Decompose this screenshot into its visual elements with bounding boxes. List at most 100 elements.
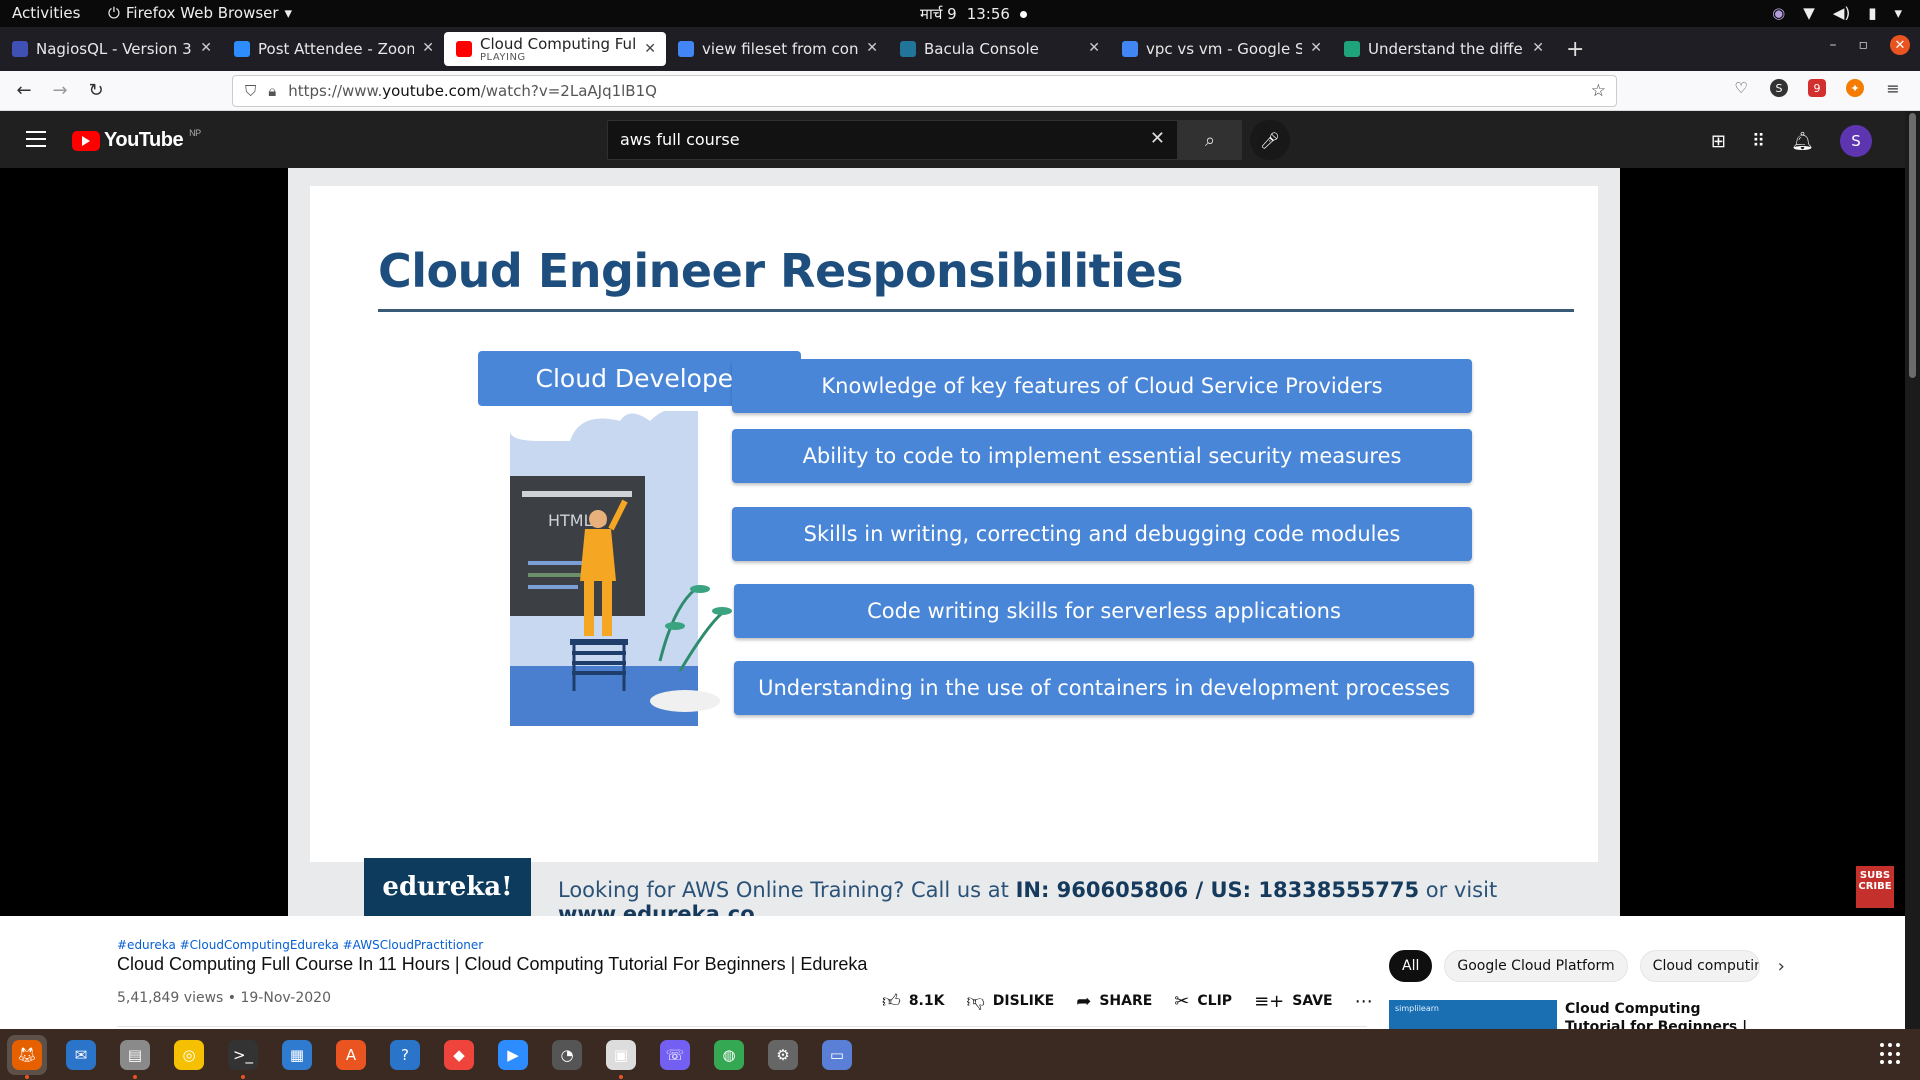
files-icon[interactable]: ▤ xyxy=(115,1035,155,1079)
rhythmbox-icon[interactable]: ◎ xyxy=(169,1035,209,1075)
wordpress-icon xyxy=(900,41,916,57)
volume-icon: ◀) xyxy=(1832,4,1851,22)
tab-bar: NagiosQL - Version 3.2.0✕Post Attendee -… xyxy=(0,27,1920,71)
recommendation-title[interactable]: Cloud Computing Tutorial for Beginners |… xyxy=(1565,1000,1765,1030)
tab-close-icon[interactable]: ✕ xyxy=(1088,40,1100,56)
recommendation-thumbnail[interactable]: simplilearn xyxy=(1389,1000,1557,1030)
scrollbar-thumb[interactable] xyxy=(1909,113,1916,378)
system-menu-icon[interactable]: ▾ xyxy=(1894,4,1902,22)
clip-button[interactable]: ✂ CLIP xyxy=(1174,991,1232,1012)
running-indicator xyxy=(25,1074,29,1079)
youtube-logo[interactable]: YouTube NP xyxy=(72,128,201,152)
libreoffice-icon[interactable]: ▦ xyxy=(277,1035,317,1075)
search-icon: ⌕ xyxy=(1204,129,1216,151)
chip-cloud-computing[interactable]: Cloud computing xyxy=(1639,950,1760,982)
thunderbird-icon-glyph: ✉ xyxy=(66,1039,96,1070)
nagios-icon xyxy=(12,41,28,57)
video-details: #edureka #CloudComputingEdureka #AWSClou… xyxy=(0,916,1905,1030)
page-scrollbar[interactable] xyxy=(1905,111,1920,1029)
rhythmbox-icon-glyph: ◎ xyxy=(174,1039,204,1070)
responsibility-item: Understanding in the use of containers i… xyxy=(734,661,1474,715)
browser-tab[interactable]: Post Attendee - Zoom ✕ xyxy=(222,31,444,67)
adblock-icon[interactable]: 9 xyxy=(1808,79,1826,97)
apps-grid-icon[interactable]: ⠿ xyxy=(1752,131,1765,152)
clear-search-icon[interactable]: ✕ xyxy=(1150,128,1165,149)
browser-tab[interactable]: view fileset from console ✕ xyxy=(666,31,888,67)
tab-close-icon[interactable]: ✕ xyxy=(200,40,212,56)
more-actions-button[interactable]: ⋯ xyxy=(1355,991,1373,1012)
tab-close-icon[interactable]: ✕ xyxy=(422,40,434,56)
browser-tab[interactable]: Bacula Console ✕ xyxy=(888,31,1110,67)
header-actions: ⊞ ⠿ 🔔︎ S xyxy=(1711,125,1872,157)
avatar[interactable]: S xyxy=(1840,125,1872,157)
lock-icon[interactable]: 🔒︎ xyxy=(268,82,276,100)
details-divider xyxy=(117,1026,1367,1027)
terminal-icon[interactable]: >_ xyxy=(223,1035,263,1079)
tab-close-icon[interactable]: ✕ xyxy=(866,40,878,56)
minimize-icon[interactable]: – xyxy=(1830,37,1837,53)
tab-titles: Cloud Computing Full CoPLAYING xyxy=(480,35,636,63)
dislike-button[interactable]: 👎︎ DISLIKE xyxy=(966,990,1054,1012)
zoom-icon[interactable]: ▶ xyxy=(493,1035,533,1075)
search-button[interactable]: ⌕ xyxy=(1178,120,1242,160)
voice-search-button[interactable]: 🎤︎ xyxy=(1250,120,1290,160)
show-applications-icon[interactable] xyxy=(1880,1043,1902,1065)
notifications-bell-icon[interactable]: 🔔︎ xyxy=(1791,131,1814,152)
zoom-icon-glyph: ▶ xyxy=(498,1039,528,1070)
slide-title: Cloud Engineer Responsibilities xyxy=(378,244,1184,298)
viber-icon[interactable]: ☏ xyxy=(655,1035,695,1075)
bookmark-star-icon[interactable]: ☆ xyxy=(1591,81,1606,101)
youtube-logo-text: YouTube xyxy=(104,129,184,151)
browser-tab[interactable]: NagiosQL - Version 3.2.0 ✕ xyxy=(0,31,222,67)
anydesk-icon[interactable]: ◆ xyxy=(439,1035,479,1075)
shield-icon[interactable]: ⛉ xyxy=(245,82,256,100)
back-icon[interactable]: ← xyxy=(6,80,42,101)
browser-tab[interactable]: Understand the differenc ✕ xyxy=(1332,31,1554,67)
save-button[interactable]: ≡+ SAVE xyxy=(1254,991,1333,1012)
browser-tab[interactable]: vpc vs vm - Google Search ✕ xyxy=(1110,31,1332,67)
guide-menu-icon[interactable] xyxy=(26,131,46,152)
forward-icon[interactable]: → xyxy=(42,80,78,101)
tab-close-icon[interactable]: ✕ xyxy=(644,41,656,57)
pocket-icon[interactable]: ♡ xyxy=(1732,79,1750,97)
responsibility-item: Skills in writing, correcting and debugg… xyxy=(732,507,1472,561)
youtube-header: YouTube NP aws full course ✕ ⌕ 🎤︎ ⊞ ⠿ 🔔︎… xyxy=(0,111,1920,168)
tab-close-icon[interactable]: ✕ xyxy=(1532,40,1544,56)
settings-icon[interactable]: ⚙ xyxy=(763,1035,803,1075)
remmina-icon[interactable]: ▭ xyxy=(817,1035,857,1075)
tab-close-icon[interactable]: ✕ xyxy=(1310,40,1322,56)
search-input[interactable]: aws full course ✕ xyxy=(607,120,1178,160)
app-menu[interactable]: ⏻ Firefox Web Browser ▾ xyxy=(108,4,292,22)
chip-google-cloud-platform[interactable]: Google Cloud Platform xyxy=(1444,950,1628,982)
create-video-icon[interactable]: ⊞ xyxy=(1711,131,1726,152)
like-button[interactable]: 👍︎ 8.1K xyxy=(882,990,944,1012)
firefox-icon[interactable]: 🦊︎ xyxy=(7,1034,47,1079)
screenshot-icon[interactable]: ▣ xyxy=(601,1035,641,1079)
activities-button[interactable]: Activities xyxy=(12,4,80,22)
extension-orange-icon[interactable]: ✦ xyxy=(1846,79,1864,97)
chip-all[interactable]: All xyxy=(1389,950,1433,982)
screenshot-icon-glyph: ▣ xyxy=(606,1039,636,1070)
viber-tray-icon[interactable]: ◉ xyxy=(1772,4,1785,22)
url-bar[interactable]: ⛉ 🔒︎ https://www.youtube.com/watch?v=2La… xyxy=(232,75,1617,107)
restore-icon[interactable]: ▫ xyxy=(1859,37,1869,53)
thunderbird-icon[interactable]: ✉ xyxy=(61,1035,101,1075)
chevron-right-icon[interactable]: › xyxy=(1778,956,1785,977)
software-icon[interactable]: A xyxy=(331,1035,371,1075)
new-tab-icon[interactable]: + xyxy=(1566,37,1584,62)
reload-icon[interactable]: ↻ xyxy=(78,80,114,101)
menu-icon[interactable]: ≡ xyxy=(1884,79,1902,98)
close-window-icon[interactable]: ✕ xyxy=(1890,35,1910,55)
subscribe-watermark[interactable]: SUBS CRIBE xyxy=(1856,866,1894,908)
thumbnail-brand: simplilearn xyxy=(1395,1004,1439,1013)
extension-s-icon[interactable]: S xyxy=(1770,79,1788,97)
clock-icon[interactable]: ◔ xyxy=(547,1035,587,1075)
share-button[interactable]: ➦ SHARE xyxy=(1076,991,1152,1012)
browser-tab[interactable]: Cloud Computing Full CoPLAYING ✕ xyxy=(444,32,666,66)
chrome-icon[interactable]: ◍ xyxy=(709,1035,749,1075)
clock[interactable]: मार्च 9 13:56 xyxy=(920,4,1027,24)
responsibility-item: Knowledge of key features of Cloud Servi… xyxy=(732,359,1472,413)
system-tray[interactable]: ◉ ▼ ◀) ▮ ▾ xyxy=(1772,4,1902,22)
video-hashtags[interactable]: #edureka #CloudComputingEdureka #AWSClou… xyxy=(117,938,483,952)
help-icon[interactable]: ? xyxy=(385,1035,425,1075)
